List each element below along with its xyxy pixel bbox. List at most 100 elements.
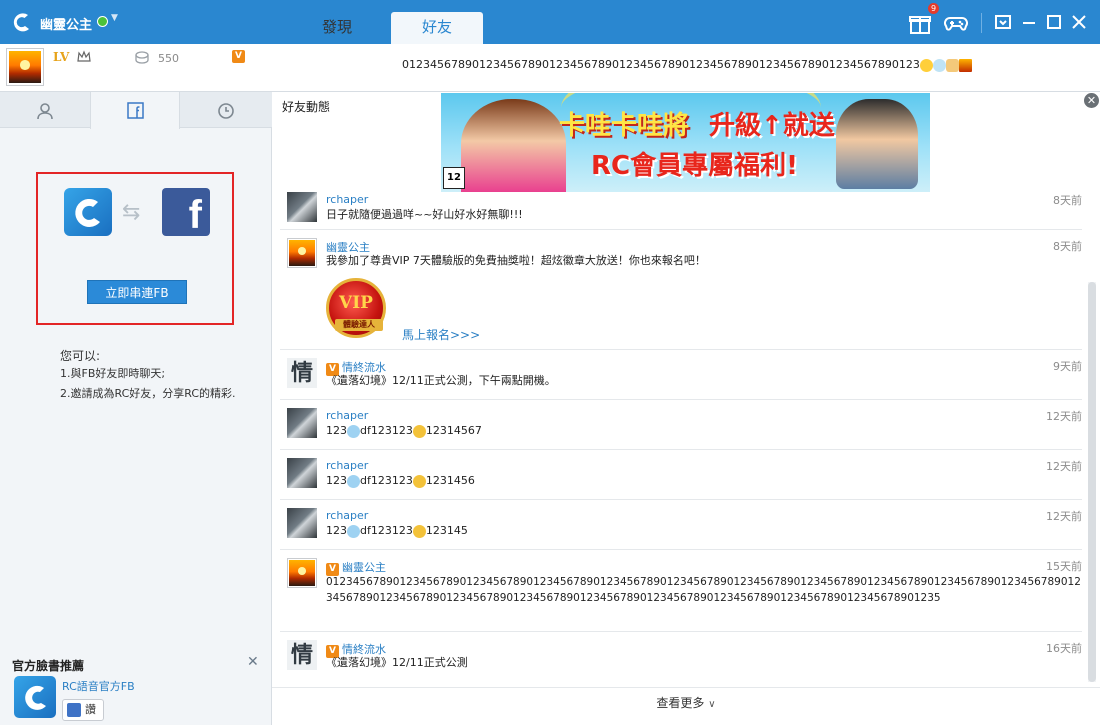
crown-icon[interactable]	[76, 49, 92, 65]
maximize-icon[interactable]	[1044, 12, 1064, 32]
view-more-button[interactable]: 查看更多 ∨	[272, 687, 1100, 725]
avatar[interactable]	[287, 408, 317, 438]
link-arrows-icon: ⇆	[122, 200, 141, 225]
can-title: 您可以:	[60, 349, 101, 363]
avatar[interactable]: 情	[287, 358, 317, 388]
post-author[interactable]: rchaper	[326, 459, 368, 472]
fb-connect-box: ⇆ f 立即串連FB	[36, 172, 234, 325]
avatar[interactable]	[287, 192, 317, 222]
post-time: 12天前	[1046, 510, 1082, 523]
avatar[interactable]	[287, 508, 317, 538]
like-button[interactable]: 讚	[62, 699, 104, 721]
facebook-icon	[127, 102, 144, 119]
vip-mark-icon[interactable]: V	[232, 50, 245, 63]
banner-headline-b: 升級↑就送	[709, 111, 835, 141]
feed-item: rchaper 12天前 123 df123123 12314567	[280, 408, 1082, 450]
smile-emoji-icon	[919, 58, 933, 72]
feed-panel: 好友動態 12 卡哇卡哇將 升級↑就送 RC會員專屬福利! ✕ rchaper …	[272, 92, 1100, 725]
avatar[interactable]	[6, 48, 44, 86]
double-chevron-down-icon: ∨	[708, 699, 716, 710]
signup-link[interactable]: 馬上報名>>>	[402, 326, 480, 343]
shocked-emoji-icon	[347, 474, 360, 488]
banner-character-illustration	[836, 99, 918, 189]
title-bar: 幽靈公主 ▼ 發現 好友 9	[0, 0, 1100, 44]
post-time: 12天前	[1046, 460, 1082, 473]
post-author[interactable]: rchaper	[326, 509, 368, 522]
app-logo-icon	[13, 13, 29, 32]
post-time: 8天前	[1053, 194, 1082, 207]
post-time: 12天前	[1046, 410, 1082, 423]
banner-girl-illustration	[461, 99, 566, 192]
close-banner-icon[interactable]: ✕	[1084, 93, 1099, 108]
titlebar-divider	[981, 13, 982, 33]
left-panel: ⇆ f 立即串連FB 您可以: 1.與FB好友即時聊天; 2.邀請成為RC好友，…	[0, 92, 272, 725]
scream-emoji-icon	[412, 474, 426, 488]
post-text: 123 df123123 12314567	[326, 424, 482, 438]
avatar[interactable]	[287, 558, 317, 588]
can-item: 2.邀請成為RC好友，分享RC的精彩.	[60, 387, 236, 400]
banner-subheadline: RC會員專屬福利!	[591, 151, 798, 181]
post-text: 《遺落幻境》12/11正式公測	[326, 656, 468, 669]
can-item: 1.與FB好友即時聊天;	[60, 367, 166, 380]
feed-item: V 幽靈公主 15天前 01234567890123456789012345678…	[280, 558, 1082, 632]
official-fb-name[interactable]: RC語音官方FB	[62, 678, 135, 694]
official-logo-icon[interactable]	[14, 676, 56, 718]
post-author[interactable]: 幽靈公主	[342, 561, 386, 574]
username[interactable]: 幽靈公主	[40, 14, 92, 33]
promo-banner[interactable]: 12 卡哇卡哇將 升級↑就送 RC會員專屬福利!	[441, 93, 930, 192]
feed-title: 好友動態	[282, 100, 331, 114]
post-author[interactable]: 情終流水	[342, 361, 386, 374]
post-author[interactable]: rchaper	[326, 193, 368, 206]
thumbs-up-icon	[67, 703, 81, 717]
like-label: 讚	[85, 703, 96, 716]
official-fb-title: 官方臉書推薦	[12, 659, 85, 673]
avatar[interactable]	[287, 238, 317, 268]
minimize-icon[interactable]	[1019, 12, 1039, 32]
scream-emoji-icon	[412, 424, 426, 438]
status-dropdown-icon[interactable]: ▼	[111, 13, 118, 23]
post-time: 9天前	[1053, 360, 1082, 373]
profile-bar: LV 550 V 0123456789012345678901234567890…	[0, 44, 1100, 92]
facebook-logo-icon: f	[162, 188, 210, 236]
tab-facebook[interactable]	[90, 92, 180, 129]
post-time: 15天前	[1046, 560, 1082, 573]
avatar[interactable]	[287, 458, 317, 488]
feed-item: 情 V 情終流水 9天前 《遺落幻境》12/11正式公測，下午兩點開機。	[280, 358, 1082, 400]
coin-stack-icon	[135, 51, 149, 64]
cat-emoji-icon	[945, 58, 959, 72]
banner-headline-a: 卡哇卡哇將	[559, 111, 690, 141]
view-more-label: 查看更多	[656, 696, 705, 710]
online-status-icon[interactable]	[97, 16, 108, 27]
gift-count-badge: 9	[928, 3, 939, 14]
tab-discover[interactable]: 發現	[291, 12, 383, 44]
gift-icon[interactable]	[908, 11, 932, 35]
connect-fb-button[interactable]: 立即串連FB	[87, 280, 187, 304]
level-label[interactable]: LV	[53, 50, 69, 64]
dropdown-menu-icon[interactable]	[993, 12, 1013, 32]
post-text: 《遺落幻境》12/11正式公測，下午兩點開機。	[326, 374, 556, 387]
post-author[interactable]: 幽靈公主	[326, 239, 370, 255]
vip-badge-label: VIP	[339, 293, 373, 313]
close-recommend-icon[interactable]: ✕	[247, 654, 259, 670]
gamepad-icon[interactable]	[944, 11, 968, 35]
scrollbar-thumb[interactable]	[1088, 282, 1096, 682]
post-text: 123 df123123 123145	[326, 524, 468, 538]
age-rating-badge: 12	[443, 167, 465, 189]
post-time: 16天前	[1046, 642, 1082, 655]
post-author[interactable]: 情終流水	[342, 643, 386, 656]
signature-value: 0123456789012345678901234567890123456789…	[402, 58, 920, 71]
post-text: 日子就隨便過過咩~~好山好水好無聊!!!	[326, 208, 523, 221]
post-author[interactable]: rchaper	[326, 409, 368, 422]
feed-item: 幽靈公主 8天前 我參加了尊貴VIP 7天體驗版的免費抽獎啦！超炫徽章大放送！你…	[280, 238, 1082, 350]
feed-item: 情 V 情終流水 16天前 《遺落幻境》12/11正式公測	[280, 640, 1082, 682]
coin-count: 550	[158, 52, 179, 65]
tab-friends[interactable]: 好友	[391, 12, 483, 44]
signature-text[interactable]: 0123456789012345678901234567890123456789…	[398, 56, 1022, 82]
shocked-emoji-icon	[347, 424, 360, 438]
close-icon[interactable]	[1069, 12, 1089, 32]
avatar[interactable]: 情	[287, 640, 317, 670]
tab-history[interactable]	[181, 92, 271, 128]
vip-badge-icon[interactable]: VIP 體驗達人	[326, 278, 386, 338]
tab-contacts[interactable]	[0, 92, 90, 128]
vip-badge-sub: 體驗達人	[335, 319, 383, 331]
